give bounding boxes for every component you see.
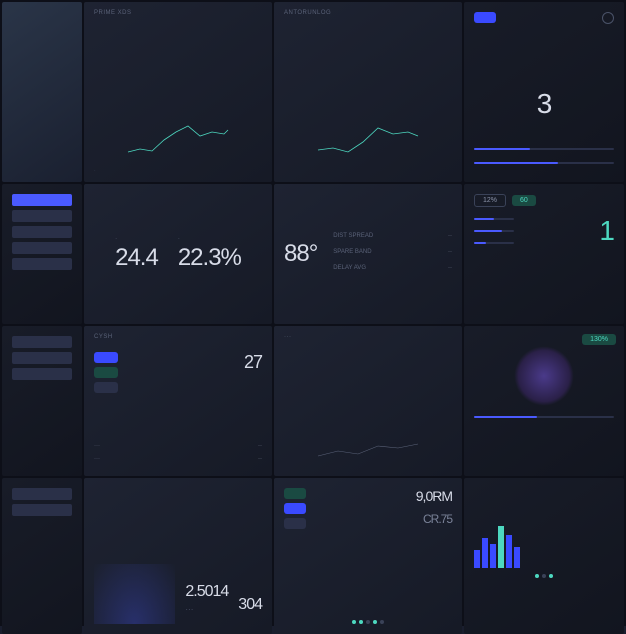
panel-label: ANTORUNLOG [284, 10, 331, 16]
mini-bar [474, 218, 514, 220]
chart-panel-c: ··· [274, 326, 462, 476]
panel-label: CYSH [94, 334, 113, 340]
globe-panel: 2.5014 ··· 304 [84, 478, 272, 634]
status-pill[interactable] [474, 12, 496, 23]
area-chart [284, 396, 452, 466]
control-panel: CYSH 27 ····· ····· [84, 326, 272, 476]
metric-value: 27 [244, 352, 262, 373]
mini-bar [474, 242, 514, 244]
stat-row: DIST SPREAD·· [333, 233, 452, 239]
nav-item[interactable] [12, 210, 72, 222]
axis-tick: · [94, 168, 96, 174]
metric-label: · [178, 236, 241, 242]
metric-value: 2.5014 [185, 583, 228, 601]
action-button[interactable] [94, 382, 118, 393]
action-button[interactable] [284, 488, 306, 499]
bars-panel [464, 478, 624, 634]
nav-item[interactable] [12, 258, 72, 270]
nav-item[interactable] [12, 488, 72, 500]
panel-label: ··· [284, 334, 292, 340]
globe-visual [94, 564, 175, 624]
metric-value: 1 [599, 215, 614, 247]
pager-dots [474, 574, 614, 578]
dot-icon[interactable] [535, 574, 539, 578]
nav-item[interactable] [12, 368, 72, 380]
action-button[interactable] [284, 518, 306, 529]
badge: 60 [512, 195, 536, 206]
stats-panel: 88° DIST SPREAD·· SPARE BAND·· DELAY AVG… [274, 184, 462, 324]
metric-value: 88° [284, 240, 317, 268]
chart-panel-a: PRIME XDS · [84, 2, 272, 182]
panel-label: PRIME XDS [94, 10, 132, 16]
stat-row: DELAY AVG·· [333, 265, 452, 271]
thumbnail-panel [2, 2, 82, 182]
metric-value: 9,0RM [416, 488, 452, 504]
action-button[interactable] [94, 352, 118, 363]
line-chart-b [284, 112, 452, 162]
sidebar-nav-c [2, 478, 82, 634]
nav-item[interactable] [12, 352, 72, 364]
metric-label: · [115, 236, 158, 242]
nav-item[interactable] [12, 194, 72, 206]
progress-bar [474, 162, 614, 164]
side-metrics: 12% 60 1 [464, 184, 624, 324]
bar-chart [474, 508, 614, 568]
metric-value: 22.3% [178, 244, 241, 272]
action-button[interactable] [94, 367, 118, 378]
badge: 12% [474, 194, 506, 207]
action-button[interactable] [284, 503, 306, 514]
nav-item[interactable] [12, 504, 72, 516]
dot-icon[interactable] [380, 620, 384, 624]
side-panel-top: 3 [464, 2, 624, 182]
metric-value: CR.75 [423, 512, 452, 526]
settings-icon[interactable] [602, 12, 614, 24]
list-item: ····· [94, 456, 262, 462]
metric-value: 3 [537, 88, 552, 120]
nav-item[interactable] [12, 336, 72, 348]
nav-item[interactable] [12, 242, 72, 254]
sidebar-nav-b [2, 326, 82, 476]
dot-icon[interactable] [359, 620, 363, 624]
chart-panel-b: ANTORUNLOG [274, 2, 462, 182]
summary-panel: 9,0RM CR.75 [274, 478, 462, 634]
list-item: ····· [94, 443, 262, 449]
metric-value: 24.4 [115, 244, 158, 272]
metrics-panel: · 24.4 · 22.3% [84, 184, 272, 324]
sidebar-nav [2, 184, 82, 324]
nav-item[interactable] [12, 226, 72, 238]
progress-bar [474, 148, 614, 150]
dot-icon[interactable] [352, 620, 356, 624]
dot-icon[interactable] [373, 620, 377, 624]
metric-sub: ··· [185, 605, 228, 614]
metric-value: 304 [238, 596, 262, 614]
dot-icon[interactable] [549, 574, 553, 578]
radial-panel: 130% [464, 326, 624, 476]
line-chart-a [94, 112, 262, 162]
badge: 130% [582, 334, 616, 345]
progress-bar [474, 416, 614, 418]
mini-bar [474, 230, 514, 232]
radial-chart [514, 346, 574, 406]
pager-dots [274, 620, 462, 624]
dot-icon[interactable] [366, 620, 370, 624]
dot-icon[interactable] [542, 574, 546, 578]
stat-row: SPARE BAND·· [333, 249, 452, 255]
